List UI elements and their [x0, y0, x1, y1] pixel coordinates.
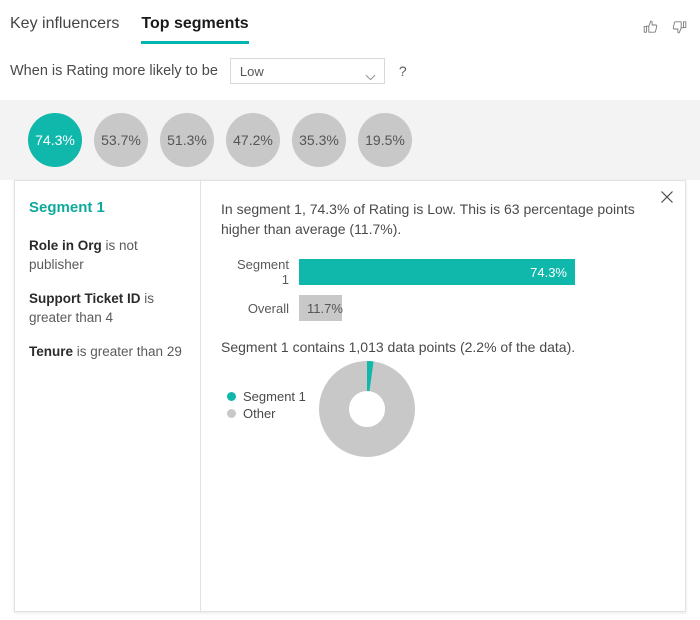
datapoints-text: Segment 1 contains 1,013 data points (2.…	[221, 339, 576, 355]
segment-definition-panel: Segment 1 Role in Org is not publisher S…	[15, 181, 201, 611]
visual-header: Key influencers Top segments When is Rat…	[0, 0, 700, 100]
filter-question-label: When is Rating more likely to be	[10, 63, 218, 79]
help-icon[interactable]: ?	[399, 63, 407, 79]
bar-row-segment: Segment 1 74.3%	[227, 257, 575, 287]
bar-fill-overall[interactable]: 11.7%	[299, 295, 343, 321]
bar-fill-segment[interactable]: 74.3%	[299, 259, 575, 285]
bar-label-overall: Overall	[247, 300, 289, 316]
bar-value-overall: 11.7%	[307, 300, 343, 316]
segment-bubble-strip: 74.3% 53.7% 51.3% 47.2% 35.3% 19.5%	[0, 100, 700, 180]
segment-bubble-3[interactable]: 51.3%	[160, 113, 214, 167]
close-icon[interactable]	[659, 189, 675, 205]
segment-condition: Role in Org is not publisher	[29, 236, 186, 274]
segment-description: In segment 1, 74.3% of Rating is Low. Th…	[221, 201, 635, 237]
bar-track-segment: 74.3%	[299, 259, 575, 285]
bar-row-overall: Overall 11.7%	[227, 295, 575, 321]
segment-bubble-5[interactable]: 35.3%	[292, 113, 346, 167]
condition-field: Support Ticket ID	[29, 291, 141, 306]
condition-rest: is greater than 29	[73, 344, 182, 359]
segment-detail-card: Segment 1 Role in Org is not publisher S…	[14, 180, 686, 612]
legend-dot-other	[227, 409, 236, 418]
segment-bubble-1[interactable]: 74.3%	[28, 113, 82, 167]
donut-legend: Segment 1 Other	[227, 389, 306, 423]
condition-field: Role in Org	[29, 238, 102, 253]
feedback-icons	[642, 18, 688, 36]
tab-bar: Key influencers Top segments	[10, 14, 271, 44]
rating-value-dropdown[interactable]: Low	[229, 58, 385, 84]
bar-label-segment: Segment 1	[236, 257, 289, 287]
segment-bubble-6[interactable]: 19.5%	[358, 113, 412, 167]
thumbs-down-icon[interactable]	[670, 18, 688, 36]
legend-item-segment[interactable]: Segment 1	[227, 389, 306, 404]
thumbs-up-icon[interactable]	[642, 18, 660, 36]
donut-chart-area: Segment 1 Other	[221, 361, 665, 471]
dropdown-selected-value: Low	[239, 63, 264, 79]
tab-key-influencers[interactable]: Key influencers	[10, 14, 119, 44]
segment-bubble-2[interactable]: 53.7%	[94, 113, 148, 167]
legend-label-segment: Segment 1	[243, 389, 306, 404]
segment-title: Segment 1	[29, 199, 105, 216]
condition-field: Tenure	[29, 344, 74, 359]
bar-value-segment: 74.3%	[530, 264, 567, 280]
filter-row: When is Rating more likely to be Low ?	[10, 58, 407, 84]
segment-condition: Tenure is greater than 29	[29, 342, 186, 361]
segment-detail-panel: In segment 1, 74.3% of Rating is Low. Th…	[201, 181, 685, 611]
legend-item-other[interactable]: Other	[227, 406, 306, 421]
donut-chart	[319, 361, 415, 457]
comparison-bar-chart: Segment 1 74.3% Overall 11.7%	[227, 257, 575, 321]
chevron-down-icon	[365, 68, 376, 80]
segment-bubble-4[interactable]: 47.2%	[226, 113, 280, 167]
segment-condition: Support Ticket ID is greater than 4	[29, 289, 186, 327]
bar-track-overall: 11.7%	[299, 295, 575, 321]
legend-label-other: Other	[243, 406, 276, 421]
legend-dot-segment	[227, 392, 236, 401]
tab-top-segments[interactable]: Top segments	[141, 14, 249, 44]
